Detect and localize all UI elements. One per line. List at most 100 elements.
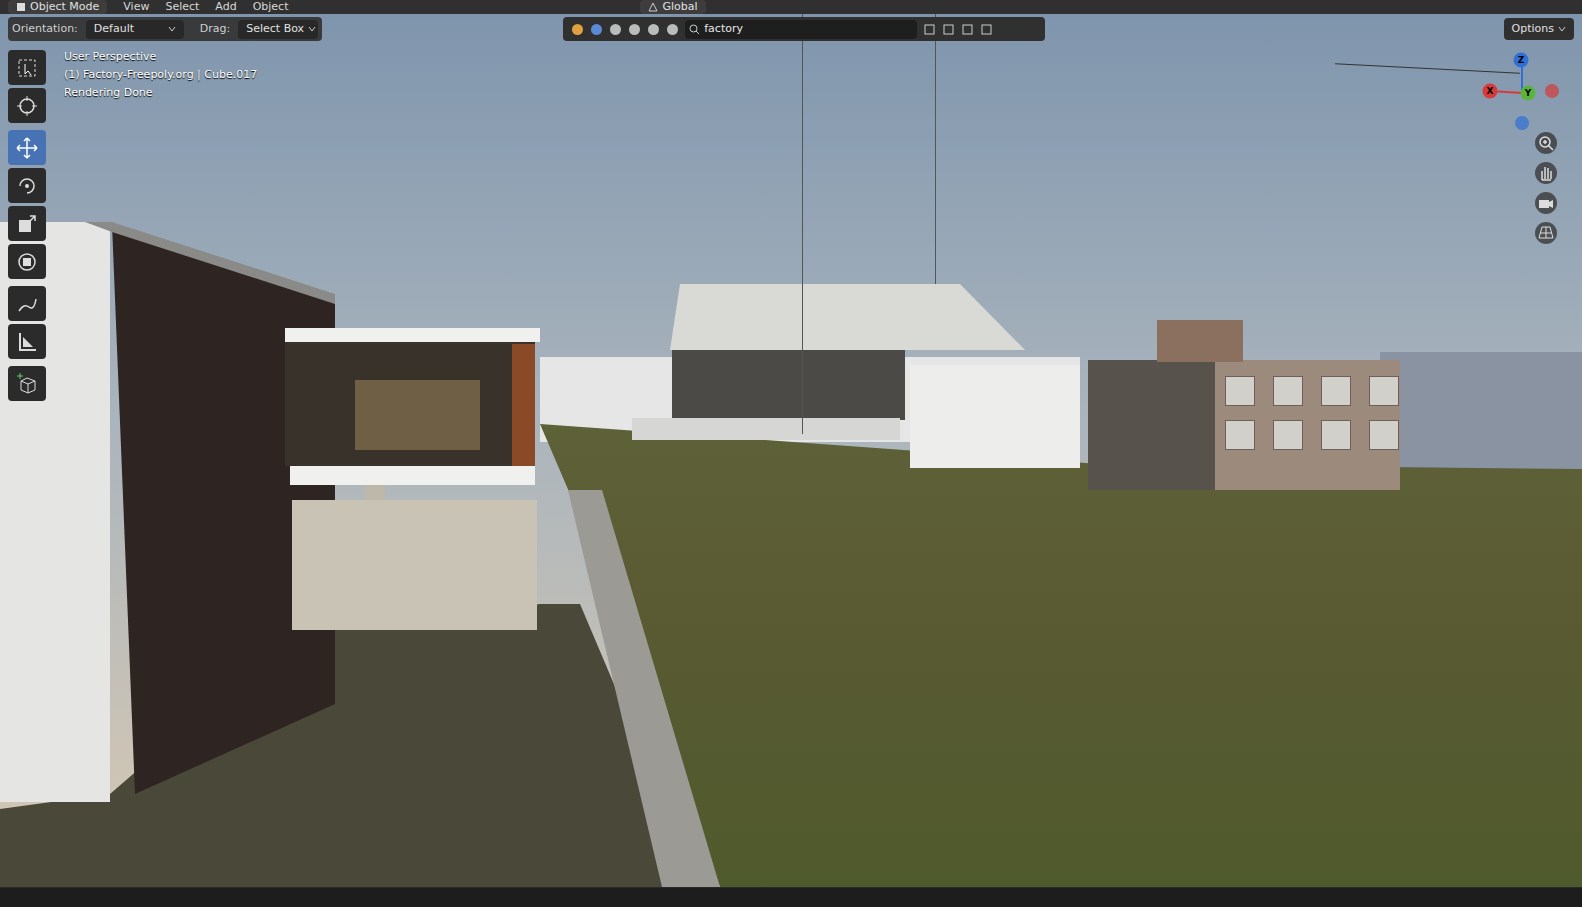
header-bar: Object Mode View Select Add Object Global bbox=[0, 0, 1582, 14]
tool-button[interactable] bbox=[8, 366, 46, 401]
view-controls bbox=[1535, 132, 1557, 244]
grid-icon bbox=[1535, 222, 1557, 244]
axes-icon bbox=[648, 2, 658, 12]
search-icon bbox=[689, 24, 700, 35]
tool-settings-left: Orientation: Default Drag: Select Box bbox=[8, 17, 322, 41]
info-line: Rendering Done bbox=[64, 85, 257, 101]
house-roof bbox=[285, 328, 540, 342]
house-column bbox=[512, 344, 535, 466]
search-value: factory bbox=[704, 21, 743, 38]
axis-label: Y bbox=[1525, 89, 1532, 98]
filter-icon bbox=[647, 23, 660, 36]
shed-base bbox=[632, 418, 900, 440]
building-windows bbox=[1225, 376, 1399, 450]
transform-icon bbox=[14, 249, 40, 275]
filter-option-icon bbox=[980, 23, 993, 36]
chevron-icon bbox=[1558, 26, 1566, 32]
measure-icon bbox=[14, 329, 40, 355]
axis-label: X bbox=[1487, 87, 1494, 96]
brick-wing bbox=[1088, 360, 1215, 490]
toolbar bbox=[8, 50, 46, 401]
tool-button[interactable] bbox=[8, 88, 46, 123]
menu-item[interactable]: View bbox=[123, 0, 149, 14]
tool-button[interactable] bbox=[8, 286, 46, 321]
orientation-caption: Orientation: bbox=[12, 21, 78, 38]
window bbox=[1273, 420, 1303, 450]
addcube-icon bbox=[14, 371, 40, 397]
house-window bbox=[355, 380, 480, 450]
search-field[interactable]: factory bbox=[685, 20, 917, 39]
filter-icon bbox=[628, 23, 641, 36]
zoom-icon bbox=[1535, 132, 1557, 154]
hand-icon bbox=[1535, 162, 1557, 184]
view-button[interactable] bbox=[1535, 192, 1557, 214]
filter-option-icon bbox=[961, 23, 974, 36]
filter-icon bbox=[571, 23, 584, 36]
options-label: Options bbox=[1512, 21, 1554, 38]
window bbox=[1225, 420, 1255, 450]
light-line bbox=[935, 14, 936, 284]
window bbox=[1225, 376, 1255, 406]
object-mode-icon bbox=[16, 2, 26, 12]
chevron-icon bbox=[168, 26, 176, 32]
menu-item[interactable]: Select bbox=[165, 0, 199, 14]
status-bar bbox=[0, 887, 1582, 907]
info-line: (1) Factory-Freepoly.org | Cube.017 bbox=[64, 67, 257, 83]
camera-icon bbox=[1535, 192, 1557, 214]
view-button[interactable] bbox=[1535, 222, 1557, 244]
orientation-value: Default bbox=[94, 21, 164, 38]
menu-item[interactable]: Add bbox=[215, 0, 236, 14]
view-button[interactable] bbox=[1535, 132, 1557, 154]
tool-button[interactable] bbox=[8, 244, 46, 279]
tool-button[interactable] bbox=[8, 206, 46, 241]
orientation-dropdown[interactable]: Global bbox=[640, 0, 705, 14]
axis-handle[interactable]: X bbox=[1483, 84, 1498, 99]
orientation-label: Global bbox=[662, 0, 697, 14]
axis-handle[interactable]: Z bbox=[1514, 53, 1529, 68]
filter-icon bbox=[666, 23, 679, 36]
cursor-icon bbox=[14, 93, 40, 119]
house-slab bbox=[290, 466, 535, 485]
drag-value: Select Box bbox=[246, 21, 304, 38]
orientation-select[interactable]: Default bbox=[86, 20, 184, 39]
tool-settings: Orientation: Default Drag: Select Box factor… bbox=[0, 17, 1582, 41]
drag-select[interactable]: Select Box bbox=[238, 20, 318, 39]
filter-icon bbox=[609, 23, 622, 36]
light-line bbox=[802, 14, 803, 434]
menu-item[interactable]: Object bbox=[253, 0, 289, 14]
camera-line bbox=[1335, 63, 1520, 74]
chimney-block bbox=[1157, 320, 1243, 362]
filter-option-icon bbox=[942, 23, 955, 36]
tool-button[interactable] bbox=[8, 168, 46, 203]
shed-roof bbox=[650, 284, 1030, 354]
shed-body bbox=[672, 350, 905, 420]
filter-icon bbox=[590, 23, 603, 36]
chevron-icon bbox=[308, 26, 316, 32]
info-line: User Perspective bbox=[64, 49, 257, 65]
navigation-gizmo[interactable]: Z X Y bbox=[1478, 48, 1568, 128]
filter-option-icon bbox=[923, 23, 936, 36]
window bbox=[1321, 420, 1351, 450]
tool-button[interactable] bbox=[8, 50, 46, 85]
view-button[interactable] bbox=[1535, 162, 1557, 184]
tool-button[interactable] bbox=[8, 324, 46, 359]
wall-segment bbox=[910, 365, 1080, 468]
mode-dropdown[interactable]: Object Mode bbox=[8, 0, 107, 14]
stone-base bbox=[292, 500, 537, 630]
mode-label: Object Mode bbox=[30, 0, 99, 14]
drag-caption: Drag: bbox=[200, 21, 230, 38]
tool-button[interactable] bbox=[8, 130, 46, 165]
move-icon bbox=[14, 135, 40, 161]
axis-label: Z bbox=[1518, 56, 1525, 65]
window bbox=[1321, 376, 1351, 406]
window bbox=[1369, 376, 1399, 406]
select-icon bbox=[14, 55, 40, 81]
rotate-icon bbox=[14, 173, 40, 199]
outliner-filter-bar: factory bbox=[563, 17, 1045, 41]
viewport-info: User Perspective (1) Factory-Freepoly.org… bbox=[64, 49, 257, 101]
annotate-icon bbox=[14, 291, 40, 317]
viewport[interactable]: User Perspective (1) Factory-Freepoly.org… bbox=[0, 14, 1582, 887]
scale-icon bbox=[14, 211, 40, 237]
options-button[interactable]: Options bbox=[1504, 18, 1574, 40]
axis-handle[interactable]: Y bbox=[1521, 86, 1536, 101]
